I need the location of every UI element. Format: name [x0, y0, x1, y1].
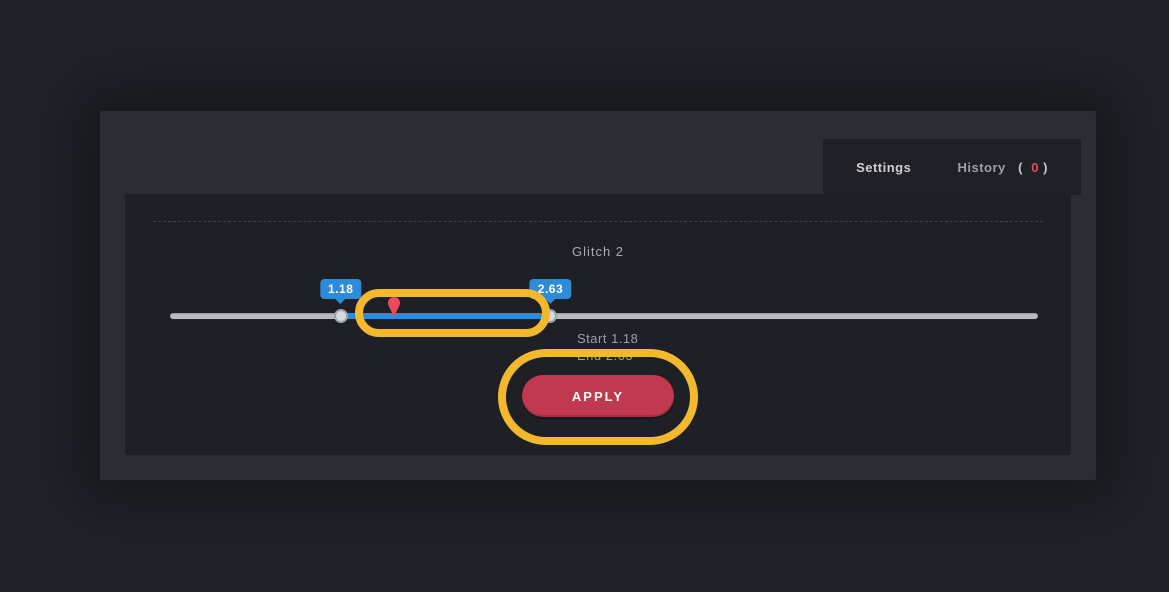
range-selection — [341, 313, 551, 319]
slider-end-handle[interactable] — [543, 309, 557, 323]
main-card: Settings History ( 0 ) Glitch 2 1.18 2.6… — [100, 111, 1096, 480]
slider-start-handle[interactable] — [334, 309, 348, 323]
end-value-text: End 2.63 — [577, 348, 638, 365]
slider-start-tooltip: 1.18 — [320, 279, 361, 299]
range-values-readout: Start 1.18 End 2.63 — [577, 331, 638, 365]
history-paren-close: ) — [1043, 160, 1048, 175]
inner-panel: Glitch 2 1.18 2.63 Start 1.18 End 2.63 A… — [125, 194, 1071, 455]
tabs-bar: Settings History ( 0 ) — [823, 139, 1081, 195]
history-count: 0 — [1027, 160, 1043, 175]
playhead-marker-icon — [386, 297, 402, 324]
divider-dashed — [153, 221, 1043, 222]
tab-history-label: History — [957, 160, 1005, 175]
start-value-text: Start 1.18 — [577, 331, 638, 348]
apply-button[interactable]: APPLY — [522, 375, 674, 417]
tab-history[interactable]: History ( 0 ) — [957, 160, 1047, 175]
slider-end-tooltip: 2.63 — [530, 279, 571, 299]
tab-settings[interactable]: Settings — [856, 160, 911, 175]
history-paren-open: ( — [1018, 160, 1023, 175]
range-slider-track[interactable]: 1.18 2.63 — [170, 313, 1038, 319]
panel-title: Glitch 2 — [125, 244, 1071, 259]
